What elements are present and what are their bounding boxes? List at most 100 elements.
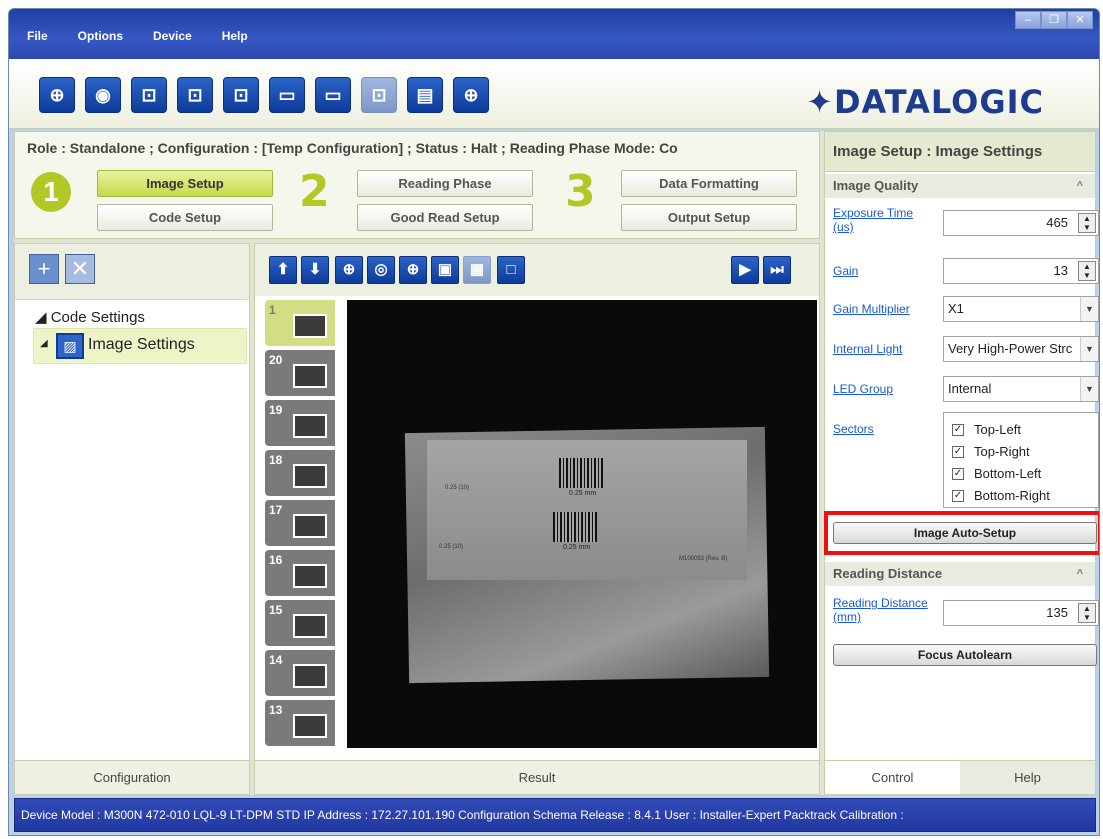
logo-mark-icon: ✦ xyxy=(806,83,834,121)
frame-icon[interactable]: □ xyxy=(497,256,525,284)
data-formatting-button[interactable]: Data Formatting xyxy=(621,170,797,197)
sector-top-left[interactable]: ✓ Top-Left xyxy=(952,419,1090,441)
focus-autolearn-button[interactable]: Focus Autolearn xyxy=(833,644,1097,666)
sectors-list: ✓ Top-Left ✓ Top-Right ✓ Bottom-Left ✓ Botto… xyxy=(943,412,1099,508)
folder-open-icon[interactable]: ▭ xyxy=(269,77,305,113)
led-group-select[interactable]: Internal ▼ xyxy=(943,376,1099,402)
step-two-badge: 2 xyxy=(299,166,330,217)
gain-label[interactable]: Gain xyxy=(833,264,858,278)
wizard-bar: Role : Standalone ; Configuration : [Tem… xyxy=(14,131,820,239)
thumb-item[interactable]: 20 xyxy=(265,350,335,396)
camera-save-icon[interactable]: ⊡ xyxy=(223,77,259,113)
minimize-icon[interactable]: – xyxy=(1015,11,1041,29)
output-setup-button[interactable]: Output Setup xyxy=(621,204,797,231)
expand-caret-icon[interactable]: ◢ xyxy=(35,309,51,326)
thumb-item[interactable]: 14 xyxy=(265,650,335,696)
section-reading-distance[interactable]: Reading Distance ^ xyxy=(825,562,1095,586)
camera-export-icon[interactable]: ⊡ xyxy=(177,77,213,113)
zoom-fit-icon[interactable]: ⊕ xyxy=(399,256,427,284)
section-image-quality[interactable]: Image Quality ^ xyxy=(825,174,1095,198)
exposure-time-input[interactable]: 465 ▲ ▼ xyxy=(943,210,1099,236)
close-icon[interactable]: ✕ xyxy=(1067,11,1093,29)
spinner-icon[interactable]: ▲ ▼ xyxy=(1078,213,1096,233)
sectors-label[interactable]: Sectors xyxy=(833,422,874,436)
play-icon[interactable]: ▶ xyxy=(731,256,759,284)
thumb-item[interactable]: 13 xyxy=(265,700,335,746)
image-viewer[interactable]: 0.25 mm 0.25 mm 0.25 (10) 0.25 (10) M100… xyxy=(347,300,817,748)
tab-control[interactable]: Control xyxy=(825,761,960,794)
crosshair-icon[interactable]: ⊕ xyxy=(453,77,489,113)
highlight-box xyxy=(824,511,1099,555)
chevron-down-icon[interactable]: ▼ xyxy=(1080,377,1098,401)
checkbox-checked-icon[interactable]: ✓ xyxy=(952,446,964,458)
camera-settings-icon[interactable]: ◉ xyxy=(85,77,121,113)
delete-item-icon[interactable]: ✕ xyxy=(65,254,95,284)
thumb-item[interactable]: 19 xyxy=(265,400,335,446)
menu-options[interactable]: Options xyxy=(78,29,123,43)
panel-title: Image Setup : Image Settings xyxy=(825,132,1095,172)
chevron-down-icon[interactable]: ▼ xyxy=(1080,297,1098,321)
application-window: File Options Device Help – ❐ ✕ ⊕ ◉ ⊡ ⊡ ⊡… xyxy=(8,8,1100,836)
save-device-icon[interactable]: ▭ xyxy=(315,77,351,113)
image-settings-icon: ▨ xyxy=(56,333,84,359)
result-panel: ⬆ ⬇ ⊕ ◎ ⊕ ▣ ▦ □ ▶ ⏭ 1 20 19 18 17 16 15 … xyxy=(254,243,820,795)
thumb-item[interactable]: 15 xyxy=(265,600,335,646)
exposure-time-label[interactable]: Exposure Time (us) xyxy=(833,206,933,234)
thumb-item[interactable]: 18 xyxy=(265,450,335,496)
save-image-icon[interactable]: ▣ xyxy=(431,256,459,284)
sector-bottom-left[interactable]: ✓ Bottom-Left xyxy=(952,463,1090,485)
gain-input[interactable]: 13 ▲ ▼ xyxy=(943,258,1099,284)
sector-top-right[interactable]: ✓ Top-Right xyxy=(952,441,1090,463)
restore-icon[interactable]: ❐ xyxy=(1041,11,1067,29)
menu-device[interactable]: Device xyxy=(153,29,192,43)
gain-multiplier-label[interactable]: Gain Multiplier xyxy=(833,302,910,316)
collapse-icon[interactable]: ^ xyxy=(1077,174,1083,198)
step-one-badge: 1 xyxy=(31,172,71,212)
thumb-item[interactable]: 17 xyxy=(265,500,335,546)
thumb-item[interactable]: 1 xyxy=(265,300,335,346)
zoom-in-icon[interactable]: ⊕ xyxy=(335,256,363,284)
zoom-100-icon[interactable]: ◎ xyxy=(367,256,395,284)
reading-distance-input[interactable]: 135 ▲ ▼ xyxy=(943,600,1099,626)
reading-phase-button[interactable]: Reading Phase xyxy=(357,170,533,197)
menu-help[interactable]: Help xyxy=(222,29,248,43)
checkbox-checked-icon[interactable]: ✓ xyxy=(952,424,964,436)
image-history-strip: 1 20 19 18 17 16 15 14 13 xyxy=(261,300,339,748)
expand-caret-icon[interactable]: ◢ xyxy=(40,338,48,349)
step-forward-icon[interactable]: ⏭ xyxy=(763,256,791,284)
tree-item-code-settings[interactable]: ◢ Code Settings xyxy=(35,308,247,328)
tab-configuration[interactable]: Configuration xyxy=(15,760,249,794)
checkbox-checked-icon[interactable]: ✓ xyxy=(952,468,964,480)
settings-tabs: Control Help xyxy=(825,760,1095,794)
spinner-icon[interactable]: ▲ ▼ xyxy=(1078,603,1096,623)
target-icon[interactable]: ⊕ xyxy=(39,77,75,113)
internal-light-label[interactable]: Internal Light xyxy=(833,342,902,356)
tree-item-image-settings[interactable]: ◢ ▨ Image Settings xyxy=(33,328,247,364)
code-setup-button[interactable]: Code Setup xyxy=(97,204,273,231)
camera-add-icon[interactable]: ⊡ xyxy=(131,77,167,113)
upload-icon[interactable]: ⬆ xyxy=(269,256,297,284)
thumb-item[interactable]: 16 xyxy=(265,550,335,596)
good-read-setup-button[interactable]: Good Read Setup xyxy=(357,204,533,231)
spinner-icon[interactable]: ▲ ▼ xyxy=(1078,261,1096,281)
add-item-icon[interactable]: + xyxy=(29,254,59,284)
image-setup-button[interactable]: Image Setup xyxy=(97,170,273,197)
monitor-icon[interactable]: ▤ xyxy=(407,77,443,113)
tab-result[interactable]: Result xyxy=(255,760,819,794)
status-line: Role : Standalone ; Configuration : [Tem… xyxy=(27,140,678,156)
datalogic-logo: ✦DATALOGIC xyxy=(806,83,1044,121)
reading-distance-label[interactable]: Reading Distance (mm) xyxy=(833,596,933,624)
led-group-label[interactable]: LED Group xyxy=(833,382,893,396)
internal-light-select[interactable]: Very High-Power Strc ▼ xyxy=(943,336,1099,362)
chevron-down-icon[interactable]: ▼ xyxy=(1080,337,1098,361)
sector-bottom-right[interactable]: ✓ Bottom-Right xyxy=(952,485,1090,507)
menu-bar: File Options Device Help xyxy=(27,29,278,43)
menu-file[interactable]: File xyxy=(27,29,48,43)
window-controls: – ❐ ✕ xyxy=(1015,11,1093,29)
checkbox-checked-icon[interactable]: ✓ xyxy=(952,490,964,502)
tab-help[interactable]: Help xyxy=(960,761,1095,794)
collapse-icon[interactable]: ^ xyxy=(1077,562,1083,586)
gain-multiplier-select[interactable]: X1 ▼ xyxy=(943,296,1099,322)
download-icon[interactable]: ⬇ xyxy=(301,256,329,284)
label-text-3: M100093 (Rev. B) xyxy=(679,556,728,562)
